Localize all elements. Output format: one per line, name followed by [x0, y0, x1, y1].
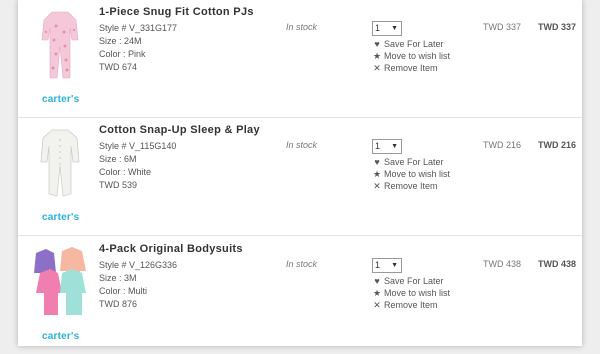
product-image-bodysuits[interactable] [32, 243, 88, 321]
stock-status: In stock [286, 140, 318, 150]
move-to-wish-list-label: Move to wish list [384, 169, 451, 179]
item-style: Style # V_331G177 [99, 23, 178, 33]
save-for-later-label: Save For Later [384, 276, 444, 286]
save-for-later-label: Save For Later [384, 39, 444, 49]
item-unit-price: TWD 539 [99, 180, 138, 190]
item-actions: 1 ▼ ♥ Save For Later ★ Move to wish list… [372, 255, 482, 311]
chevron-down-icon: ▼ [391, 262, 398, 269]
cart-item-row: carter's 1-Piece Snug Fit Cotton PJs Sty… [18, 0, 582, 118]
star-icon: ★ [372, 169, 382, 179]
item-size: Size : 3M [99, 273, 137, 283]
quantity-value: 1 [375, 141, 381, 151]
remove-item-link[interactable]: ✕ Remove Item [372, 180, 482, 192]
stock-status: In stock [286, 22, 318, 32]
item-style: Style # V_126G336 [99, 260, 178, 270]
quantity-value: 1 [375, 23, 381, 33]
brand-logo: carter's [42, 212, 80, 223]
item-size: Size : 24M [99, 36, 142, 46]
move-to-wish-list-link[interactable]: ★ Move to wish list [372, 168, 482, 180]
item-total: TWD 438 [537, 259, 576, 269]
save-for-later-label: Save For Later [384, 157, 444, 167]
product-image-white-sleep-play[interactable] [32, 124, 88, 202]
remove-item-link[interactable]: ✕ Remove Item [372, 299, 482, 311]
item-color: Color : Pink [99, 49, 146, 59]
heart-icon: ♥ [374, 157, 380, 167]
cart-item-row: carter's 4-Pack Original Bodysuits Style… [18, 237, 582, 354]
quantity-select[interactable]: 1 ▼ [372, 21, 402, 36]
close-icon: ✕ [373, 63, 381, 73]
item-color: Color : White [99, 167, 152, 177]
item-total: TWD 337 [537, 22, 576, 32]
close-icon: ✕ [373, 181, 381, 191]
remove-item-label: Remove Item [384, 300, 438, 310]
move-to-wish-list-label: Move to wish list [384, 51, 451, 61]
item-style: Style # V_115G140 [99, 141, 177, 151]
heart-icon: ♥ [374, 39, 380, 49]
item-unit-price: TWD 876 [99, 299, 138, 309]
save-for-later-link[interactable]: ♥ Save For Later [372, 156, 482, 168]
close-icon: ✕ [373, 300, 381, 310]
item-price: TWD 337 [483, 22, 522, 32]
item-actions: 1 ▼ ♥ Save For Later ★ Move to wish list… [372, 18, 482, 74]
move-to-wish-list-label: Move to wish list [384, 288, 451, 298]
item-price: TWD 438 [483, 259, 522, 269]
heart-icon: ♥ [374, 276, 380, 286]
item-details: 4-Pack Original Bodysuits Style # V_126G… [99, 243, 284, 311]
item-details: 1-Piece Snug Fit Cotton PJs Style # V_33… [99, 6, 284, 74]
star-icon: ★ [372, 51, 382, 61]
cart-panel: carter's 1-Piece Snug Fit Cotton PJs Sty… [18, 0, 582, 346]
remove-item-label: Remove Item [384, 181, 438, 191]
move-to-wish-list-link[interactable]: ★ Move to wish list [372, 287, 482, 299]
brand-logo: carter's [42, 331, 80, 342]
chevron-down-icon: ▼ [391, 25, 398, 32]
item-title[interactable]: 4-Pack Original Bodysuits [99, 243, 284, 255]
cart-item-row: carter's Cotton Snap-Up Sleep & Play Sty… [18, 118, 582, 236]
quantity-select[interactable]: 1 ▼ [372, 258, 402, 273]
item-price: TWD 216 [483, 140, 522, 150]
product-image-pink-pjs[interactable] [32, 6, 88, 84]
save-for-later-link[interactable]: ♥ Save For Later [372, 275, 482, 287]
item-title[interactable]: 1-Piece Snug Fit Cotton PJs [99, 6, 284, 18]
star-icon: ★ [372, 288, 382, 298]
chevron-down-icon: ▼ [391, 143, 398, 150]
item-actions: 1 ▼ ♥ Save For Later ★ Move to wish list… [372, 136, 482, 192]
item-details: Cotton Snap-Up Sleep & Play Style # V_11… [99, 124, 284, 192]
item-total: TWD 216 [537, 140, 576, 150]
item-color: Color : Multi [99, 286, 148, 296]
stock-status: In stock [286, 259, 318, 269]
remove-item-link[interactable]: ✕ Remove Item [372, 62, 482, 74]
brand-logo: carter's [42, 94, 80, 105]
item-title[interactable]: Cotton Snap-Up Sleep & Play [99, 124, 284, 136]
move-to-wish-list-link[interactable]: ★ Move to wish list [372, 50, 482, 62]
item-size: Size : 6M [99, 154, 137, 164]
item-unit-price: TWD 674 [99, 62, 138, 72]
save-for-later-link[interactable]: ♥ Save For Later [372, 38, 482, 50]
remove-item-label: Remove Item [384, 63, 438, 73]
quantity-select[interactable]: 1 ▼ [372, 139, 402, 154]
quantity-value: 1 [375, 260, 381, 270]
